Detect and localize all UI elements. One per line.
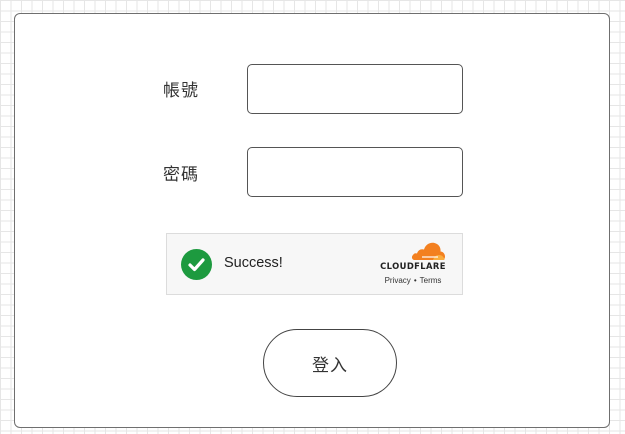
account-input[interactable] [247, 64, 463, 114]
cloudflare-cloud-icon [411, 242, 445, 260]
link-separator: • [413, 276, 417, 285]
password-input[interactable] [247, 147, 463, 197]
cloudflare-wordmark: CLOUDFLARE [380, 261, 446, 271]
privacy-link[interactable]: Privacy [385, 276, 411, 285]
account-label: 帳號 [163, 81, 199, 101]
terms-link[interactable]: Terms [420, 276, 442, 285]
captcha-status-text: Success! [224, 255, 283, 271]
cloudflare-turnstile-widget[interactable]: Success! CLOUDFLARE Privacy • Terms [166, 233, 463, 295]
login-button[interactable]: 登入 [263, 329, 397, 397]
login-card: 帳號 密碼 Success! CLOUDFLARE Privacy • Terms … [14, 13, 610, 428]
cloudflare-links: Privacy • Terms [375, 276, 451, 285]
checkmark-circle-icon [181, 249, 212, 280]
password-label: 密碼 [163, 165, 199, 185]
